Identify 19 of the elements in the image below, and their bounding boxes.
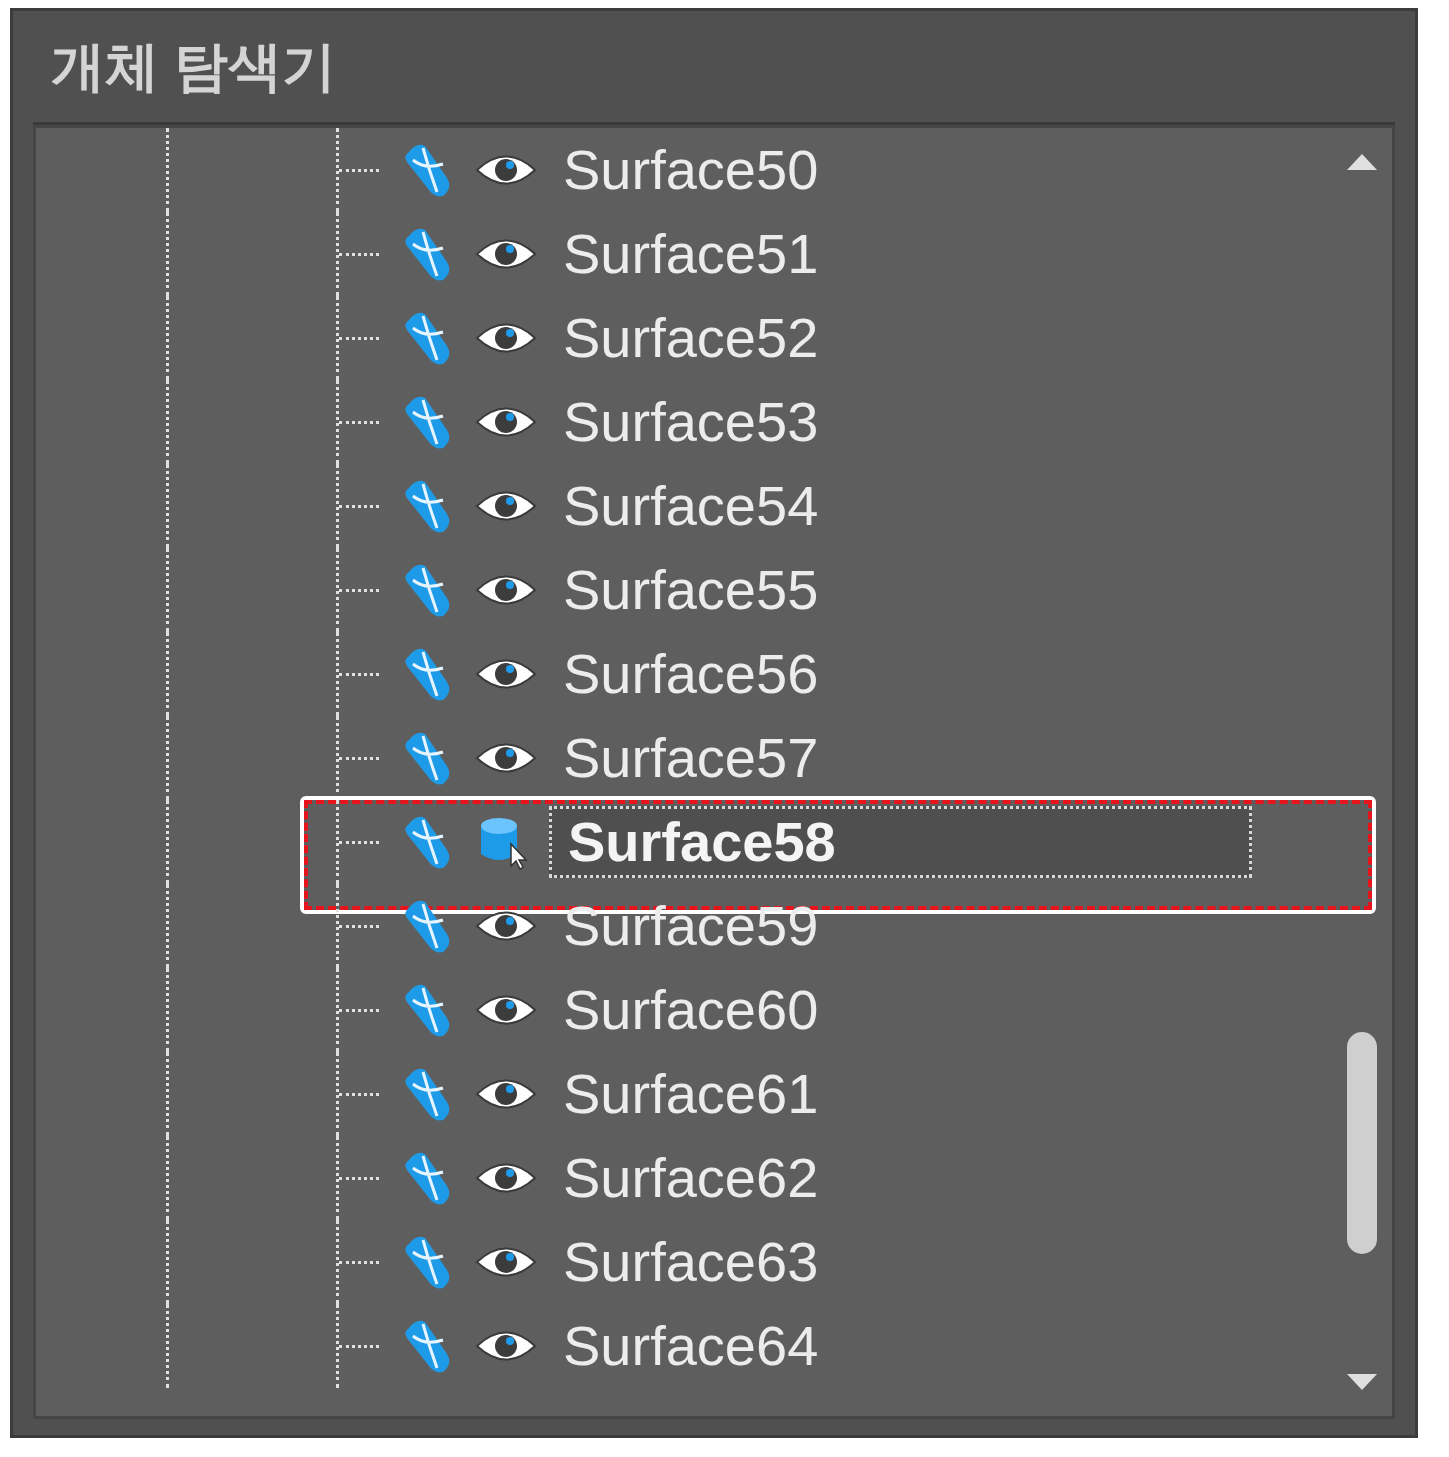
tree-item[interactable]: Surface54 [563, 473, 819, 539]
tree-item[interactable]: Surface60 [563, 977, 819, 1043]
tree-item[interactable]: Surface59 [563, 893, 819, 959]
tree-item[interactable]: Surface50 [563, 137, 819, 203]
panel-title: 개체 탐색기 [51, 35, 336, 98]
tree-item[interactable]: Surface53 [563, 389, 819, 455]
scrollbar-thumb[interactable] [1347, 1032, 1377, 1254]
tree-item[interactable]: Surface57 [563, 725, 819, 791]
scroll-down-icon[interactable] [1347, 1374, 1377, 1390]
tree-item[interactable]: Surface63 [563, 1229, 819, 1295]
tree-item[interactable]: Surface51 [563, 221, 819, 287]
scroll-up-icon[interactable] [1347, 154, 1377, 170]
tree-item[interactable]: Surface61 [563, 1061, 819, 1127]
tree-item[interactable]: Surface56 [563, 641, 819, 707]
tree-item[interactable]: Surface62 [563, 1145, 819, 1211]
tree-item[interactable]: Surface64 [563, 1313, 819, 1379]
tree-item[interactable]: Surface52 [563, 305, 819, 371]
tree-item[interactable]: Surface58 [549, 806, 1252, 878]
tree-item[interactable]: Surface55 [563, 557, 819, 623]
